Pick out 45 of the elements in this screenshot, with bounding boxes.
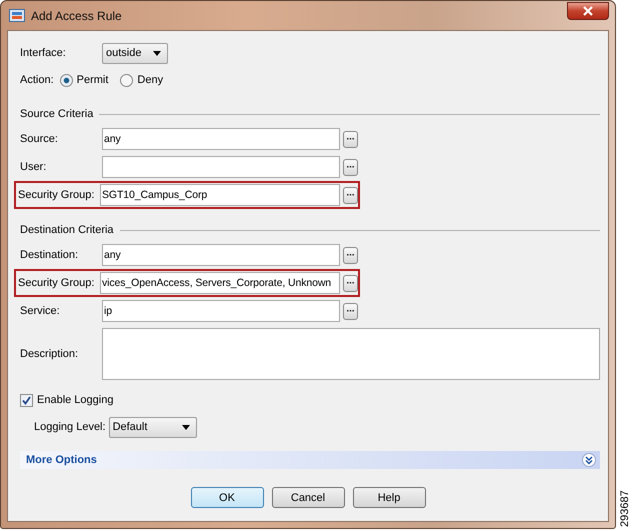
caret-icon bbox=[153, 50, 161, 56]
description-field[interactable] bbox=[102, 328, 600, 380]
figure-number: 293687 bbox=[618, 489, 632, 527]
section-title: Destination Criteria bbox=[20, 224, 114, 236]
caret-icon bbox=[182, 424, 190, 430]
browse-button[interactable] bbox=[343, 274, 358, 292]
text-field[interactable]: any bbox=[102, 244, 340, 266]
browse-button[interactable] bbox=[343, 158, 358, 176]
checkbox-label: Enable Logging bbox=[37, 394, 114, 406]
text-field[interactable]: any bbox=[102, 128, 340, 150]
dialog-button[interactable]: Help bbox=[352, 487, 426, 508]
browse-button[interactable] bbox=[343, 302, 358, 320]
field-label: User: bbox=[20, 161, 48, 173]
dialog-button[interactable]: Cancel bbox=[272, 487, 344, 508]
radio-label: Deny bbox=[137, 74, 164, 86]
field-label: Action: bbox=[20, 74, 54, 86]
browse-button[interactable] bbox=[343, 130, 358, 148]
close-button[interactable] bbox=[567, 2, 609, 20]
field-label: Service: bbox=[20, 305, 61, 317]
field-label: Destination: bbox=[20, 249, 80, 261]
interface-dropdown[interactable]: outside bbox=[102, 42, 168, 64]
browse-button[interactable] bbox=[343, 246, 358, 264]
window-title: Add Access Rule bbox=[31, 8, 123, 22]
radio-button[interactable] bbox=[120, 74, 134, 86]
logging-level-dropdown[interactable]: Default bbox=[108, 416, 197, 438]
text-field[interactable] bbox=[102, 156, 340, 178]
expand-icon bbox=[582, 453, 596, 467]
field-label: Logging Level: bbox=[34, 421, 106, 433]
browse-button[interactable] bbox=[343, 186, 358, 204]
radio-button[interactable] bbox=[60, 74, 73, 86]
field-label: Security Group: bbox=[18, 277, 96, 289]
text-field[interactable]: vices_OpenAccess, Servers_Corporate, Unknown bbox=[100, 272, 340, 294]
field-label: Interface: bbox=[20, 47, 67, 59]
checkbox[interactable] bbox=[20, 394, 33, 406]
field-label: Description: bbox=[20, 348, 80, 360]
more-options-bar[interactable]: More Options bbox=[20, 451, 600, 469]
dialog-button[interactable]: OK bbox=[190, 487, 264, 508]
field-label: Security Group: bbox=[18, 189, 96, 201]
text-field[interactable]: ip bbox=[102, 300, 340, 322]
radio-label: Permit bbox=[76, 74, 108, 86]
close-icon bbox=[582, 6, 594, 16]
text-field[interactable]: SGT10_Campus_Corp bbox=[100, 184, 340, 206]
field-label: Source: bbox=[20, 133, 59, 145]
app-icon bbox=[9, 8, 25, 23]
section-title: Source Criteria bbox=[20, 108, 94, 120]
